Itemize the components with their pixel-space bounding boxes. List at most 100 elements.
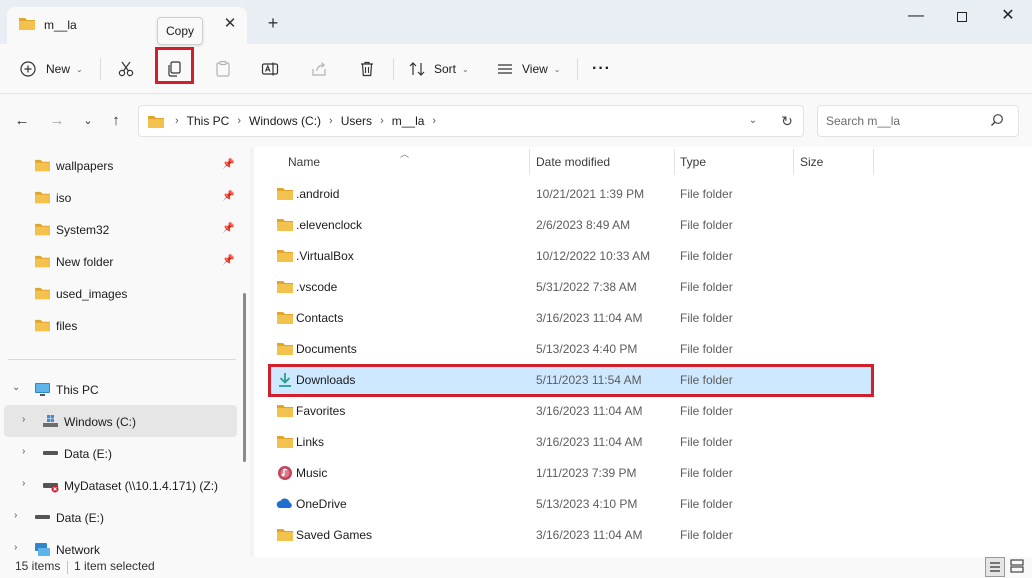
crumb-users[interactable]: Users — [341, 114, 372, 128]
column-header-date-modified[interactable]: Date modified — [536, 155, 610, 177]
rename-icon — [261, 60, 279, 78]
sidebar-item-windows-c[interactable]: › Windows (C:) — [4, 405, 237, 437]
up-button[interactable]: ↑ — [106, 111, 126, 131]
file-type: File folder — [680, 342, 733, 356]
chevron-right-icon[interactable]: › — [22, 446, 25, 457]
close-window-button[interactable]: ✕ — [996, 5, 1020, 27]
share-button[interactable] — [310, 54, 328, 84]
column-header-size[interactable]: Size — [800, 155, 823, 177]
file-type: File folder — [680, 218, 733, 232]
sidebar-item-label: New folder — [56, 255, 113, 269]
file-date-modified: 3/16/2023 11:04 AM — [536, 311, 643, 325]
file-name: Music — [296, 466, 327, 480]
table-row[interactable]: Contacts3/16/2023 11:04 AMFile folder — [270, 303, 873, 333]
column-divider[interactable] — [873, 149, 874, 175]
file-date-modified: 3/16/2023 11:04 AM — [536, 404, 643, 418]
forward-button[interactable]: → — [47, 111, 67, 131]
chevron-right-icon[interactable]: › — [432, 115, 436, 127]
table-row[interactable]: .vscode5/31/2022 7:38 AMFile folder — [270, 272, 873, 302]
chevron-down-icon[interactable]: ⌄ — [12, 382, 20, 393]
more-options-button[interactable]: ··· — [592, 54, 611, 84]
table-row[interactable]: .android10/21/2021 1:39 PMFile folder — [270, 179, 873, 209]
view-button[interactable]: View ⌄ — [496, 54, 561, 84]
file-date-modified: 10/21/2021 1:39 PM — [536, 187, 644, 201]
new-button[interactable]: New ⌄ — [20, 54, 83, 84]
file-name: .elevenclock — [296, 218, 362, 232]
column-divider[interactable] — [674, 149, 675, 175]
sidebar-item-iso[interactable]: iso 📌 — [0, 181, 238, 213]
chevron-right-icon[interactable]: › — [22, 414, 25, 425]
pin-icon: 📌 — [222, 191, 234, 202]
recent-locations-button[interactable]: ⌄ — [78, 111, 98, 131]
back-button[interactable]: ← — [12, 111, 32, 131]
copy-tooltip: Copy — [157, 17, 203, 45]
folder-icon — [276, 279, 294, 297]
table-row[interactable]: Saved Games3/16/2023 11:04 AMFile folder — [270, 520, 873, 550]
sidebar-scrollbar[interactable] — [243, 293, 246, 462]
pin-icon: 📌 — [222, 159, 234, 170]
sidebar-item-label: This PC — [56, 383, 99, 397]
sidebar-item-data-e[interactable]: › Data (E:) — [0, 501, 238, 533]
chevron-right-icon[interactable]: › — [14, 542, 17, 553]
divider — [67, 561, 68, 574]
plus-circle-icon — [20, 61, 36, 77]
sidebar-item-this-pc[interactable]: ⌄ This PC — [0, 373, 238, 405]
column-header-name[interactable]: Name — [288, 155, 320, 177]
table-row[interactable]: .VirtualBox10/12/2022 10:33 AMFile folde… — [270, 241, 873, 271]
sidebar-item-wallpapers[interactable]: wallpapers 📌 — [0, 149, 238, 181]
crumb-windows-c[interactable]: Windows (C:) — [249, 114, 321, 128]
chevron-right-icon[interactable]: › — [329, 115, 333, 127]
table-row[interactable]: .elevenclock2/6/2023 8:49 AMFile folder — [270, 210, 873, 240]
crumb-this-pc[interactable]: This PC — [187, 114, 230, 128]
new-tab-button[interactable]: + — [262, 12, 284, 34]
file-name: Contacts — [296, 311, 343, 325]
sidebar-item-used-images[interactable]: used_images — [0, 277, 238, 309]
cut-button[interactable] — [117, 54, 135, 84]
folder-icon — [34, 286, 51, 303]
file-list-scrollbar[interactable] — [1022, 152, 1025, 542]
tiles-view-button[interactable] — [1008, 557, 1028, 577]
refresh-icon[interactable]: ↻ — [777, 111, 797, 131]
column-header-type[interactable]: Type — [680, 155, 706, 177]
chevron-right-icon[interactable]: › — [22, 478, 25, 489]
folder-icon — [276, 403, 294, 421]
address-bar[interactable]: › This PC › Windows (C:) › Users › m__la… — [138, 105, 804, 137]
selection-count: 1 item selected — [74, 559, 155, 573]
address-dropdown-icon[interactable]: ⌄ — [743, 111, 763, 131]
maximize-button[interactable] — [950, 5, 974, 27]
sidebar-item-label: used_images — [56, 287, 127, 301]
sidebar-item-system32[interactable]: System32 📌 — [0, 213, 238, 245]
table-row[interactable]: Favorites3/16/2023 11:04 AMFile folder — [270, 396, 873, 426]
table-row[interactable]: Links3/16/2023 11:04 AMFile folder — [270, 427, 873, 457]
sort-button[interactable]: Sort ⌄ — [408, 54, 469, 84]
chevron-right-icon[interactable]: › — [380, 115, 384, 127]
sidebar-item-new-folder[interactable]: New folder 📌 — [0, 245, 238, 277]
rename-button[interactable] — [261, 54, 279, 84]
sidebar-item-data-e[interactable]: › Data (E:) — [0, 437, 238, 469]
close-tab-icon[interactable]: ✕ — [220, 14, 240, 34]
search-input[interactable] — [826, 112, 986, 130]
paste-button[interactable] — [214, 54, 232, 84]
table-row[interactable]: Documents5/13/2023 4:40 PMFile folder — [270, 334, 873, 364]
breadcrumb: › This PC › Windows (C:) › Users › m__la… — [147, 106, 444, 136]
column-divider[interactable] — [529, 149, 530, 175]
sidebar-item-network[interactable]: › Network — [0, 533, 238, 557]
search-icon[interactable] — [990, 113, 1004, 130]
column-divider[interactable] — [793, 149, 794, 175]
table-row[interactable]: OneDrive5/13/2023 4:10 PMFile folder — [270, 489, 873, 519]
chevron-down-icon: ⌄ — [554, 65, 561, 74]
crumb-m-la[interactable]: m__la — [392, 114, 425, 128]
file-name: Links — [296, 435, 324, 449]
minimize-button[interactable]: — — [904, 5, 928, 27]
sidebar-item-mydataset-z[interactable]: › MyDataset (\\10.1.4.171) (Z:) — [0, 469, 238, 501]
file-type: File folder — [680, 435, 733, 449]
chevron-right-icon[interactable]: › — [14, 510, 17, 521]
sidebar-item-files[interactable]: files — [0, 309, 238, 341]
chevron-right-icon[interactable]: › — [237, 115, 241, 127]
delete-button[interactable] — [358, 54, 376, 84]
details-view-button[interactable] — [985, 557, 1005, 577]
search-box[interactable] — [817, 105, 1019, 137]
sidebar-item-label: wallpapers — [56, 159, 113, 173]
table-row[interactable]: Music1/11/2023 7:39 PMFile folder — [270, 458, 873, 488]
tab-m-la[interactable]: m__la ✕ — [7, 7, 247, 44]
